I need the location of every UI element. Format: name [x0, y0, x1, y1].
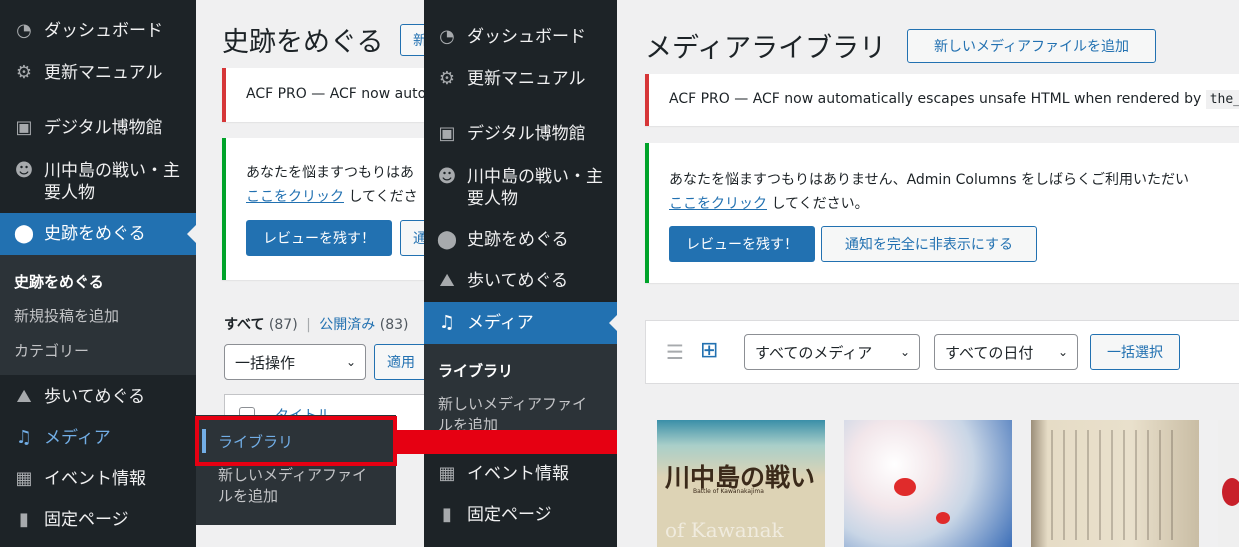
media-thumbnail[interactable]: 川中島の戦い Battle of Kawanakajima of Kawanak — [657, 420, 825, 547]
acf-notice: ACF PRO — ACF now automatically escapes … — [645, 74, 1239, 126]
add-new-media-button[interactable]: 新しいメディアファイルを追加 — [907, 29, 1156, 63]
page-icon: ▮ — [19, 509, 29, 530]
chevron-down-icon: ⌄ — [345, 355, 356, 369]
menu-item-update-manual[interactable]: ⚙ 更新マニュアル — [0, 62, 196, 84]
hide-notice-button[interactable]: 通知を完全に非表示にする — [821, 226, 1037, 262]
apply-button[interactable]: 適用 — [374, 344, 424, 380]
menu-item-media[interactable]: ♫ メディア — [0, 427, 196, 449]
page-title: 史跡をめぐる — [222, 27, 384, 58]
leave-review-button[interactable]: レビューを残す！ — [669, 226, 815, 262]
menu-item-events[interactable]: ▦ イベント情報 — [0, 468, 196, 490]
menu-item-kawanakajima[interactable]: ☻ 川中島の戦い・主 要人物 — [424, 166, 618, 210]
grid-view-icon[interactable]: ⊞ — [700, 339, 724, 363]
map-icon: ⛰ — [16, 386, 32, 407]
right-main-content: メディアライブラリ 新しいメディアファイルを追加 ACF PRO — ACF n… — [617, 0, 1239, 547]
page-title: メディアライブラリ — [645, 33, 887, 64]
submenu-add-new-post[interactable]: 新規投稿を追加 — [14, 305, 119, 326]
review-notice: あなたを悩ますつもりはあ ここをクリック してくださ レビューを残す！ 通 — [222, 138, 424, 280]
status-filter: すべて (87) | 公開済み (83) — [224, 317, 409, 333]
submenu-category[interactable]: カテゴリー — [14, 340, 89, 361]
lantern-image — [894, 478, 916, 496]
date-select[interactable]: すべての日付 ⌄ — [934, 334, 1078, 370]
media-icon: ♫ — [438, 312, 456, 333]
media-thumbnail[interactable] — [844, 420, 1012, 547]
document-image — [1051, 430, 1181, 540]
submenu-library[interactable]: ライブラリ — [438, 360, 513, 381]
thumbnail-watermark: of Kawanak — [665, 518, 784, 542]
submenu-historic-sites[interactable]: 史跡をめぐる — [14, 271, 104, 292]
crest-image — [1222, 478, 1239, 506]
dashboard-icon: ◔ — [16, 20, 32, 41]
filter-all[interactable]: すべて — [224, 317, 264, 333]
gallery-icon: ▣ — [15, 117, 33, 138]
current-menu-notch — [187, 225, 196, 243]
dashboard-icon: ◔ — [439, 26, 455, 47]
media-type-select[interactable]: すべてのメディア ⌄ — [744, 334, 920, 370]
flyout-add-new-media[interactable]: 新しいメディアファイ ルを追加 — [218, 465, 367, 507]
gallery-icon: ▣ — [438, 123, 456, 144]
gear-icon: ⚙ — [15, 62, 33, 83]
location-pin-icon: ⬤ — [436, 229, 458, 250]
menu-item-walking-tour[interactable]: ⛰ 歩いてめぐる — [0, 386, 196, 408]
menu-item-update-manual[interactable]: ⚙ 更新マニュアル — [424, 68, 618, 90]
menu-item-digital-museum[interactable]: ▣ デジタル博物館 — [424, 123, 618, 145]
menu-item-dashboard[interactable]: ◔ ダッシュボード — [424, 26, 618, 48]
calendar-icon: ▦ — [15, 468, 33, 489]
location-pin-icon: ⬤ — [13, 223, 35, 244]
bulk-action-select[interactable]: 一括操作 ⌄ — [224, 344, 366, 380]
thumbnail-subtitle: Battle of Kawanakajima — [693, 488, 764, 495]
page-icon: ▮ — [442, 504, 452, 525]
add-new-button[interactable]: 新 — [400, 24, 424, 56]
media-toolbar: ☰ ⊞ すべてのメディア ⌄ すべての日付 ⌄ 一括選択 — [645, 320, 1239, 384]
leave-review-button[interactable]: レビューを残す！ — [246, 220, 392, 256]
acf-notice: ACF PRO — ACF now auto — [222, 68, 424, 122]
hide-notice-button[interactable]: 通 — [400, 220, 424, 256]
menu-item-kawanakajima[interactable]: ☻ 川中島の戦い・主 要人物 — [0, 160, 196, 204]
click-here-link[interactable]: ここをクリック — [246, 189, 344, 205]
menu-item-historic-sites[interactable]: ⬤ 史跡をめぐる — [424, 229, 618, 251]
menu-item-historic-sites[interactable]: ⬤ 史跡をめぐる — [0, 213, 196, 255]
menu-item-digital-museum[interactable]: ▣ デジタル博物館 — [0, 117, 196, 139]
menu-item-pages[interactable]: ▮ 固定ページ — [424, 504, 618, 526]
review-notice: あなたを悩ますつもりはありません、Admin Columns をしばらくご利用い… — [645, 143, 1239, 283]
menu-item-media[interactable]: ♫ メディア — [424, 302, 618, 344]
map-icon: ⛰ — [439, 270, 455, 291]
menu-item-walking-tour[interactable]: ⛰ 歩いてめぐる — [424, 270, 618, 292]
bulk-select-button[interactable]: 一括選択 — [1090, 334, 1180, 370]
lantern-image — [936, 512, 950, 524]
left-admin-sidebar: ◔ ダッシュボード ⚙ 更新マニュアル ▣ デジタル博物館 ☻ 川中島の戦い・主… — [0, 0, 196, 547]
menu-item-dashboard[interactable]: ◔ ダッシュボード — [0, 20, 196, 42]
groups-icon: ☻ — [14, 160, 34, 181]
library-highlight-box — [195, 416, 397, 466]
click-here-link[interactable]: ここをクリック — [669, 196, 767, 212]
media-thumbnail[interactable] — [1031, 420, 1199, 547]
list-view-icon[interactable]: ☰ — [666, 341, 688, 363]
chevron-down-icon: ⌄ — [899, 345, 910, 359]
chevron-down-icon: ⌄ — [1057, 345, 1068, 359]
groups-icon: ☻ — [437, 166, 457, 187]
menu-item-pages[interactable]: ▮ 固定ページ — [0, 509, 196, 531]
media-thumbnail[interactable] — [1218, 420, 1239, 547]
historic-sites-submenu: 史跡をめぐる 新規投稿を追加 カテゴリー — [0, 255, 196, 375]
gear-icon: ⚙ — [438, 68, 456, 89]
filter-published[interactable]: 公開済み — [319, 317, 375, 333]
media-icon: ♫ — [15, 427, 33, 448]
